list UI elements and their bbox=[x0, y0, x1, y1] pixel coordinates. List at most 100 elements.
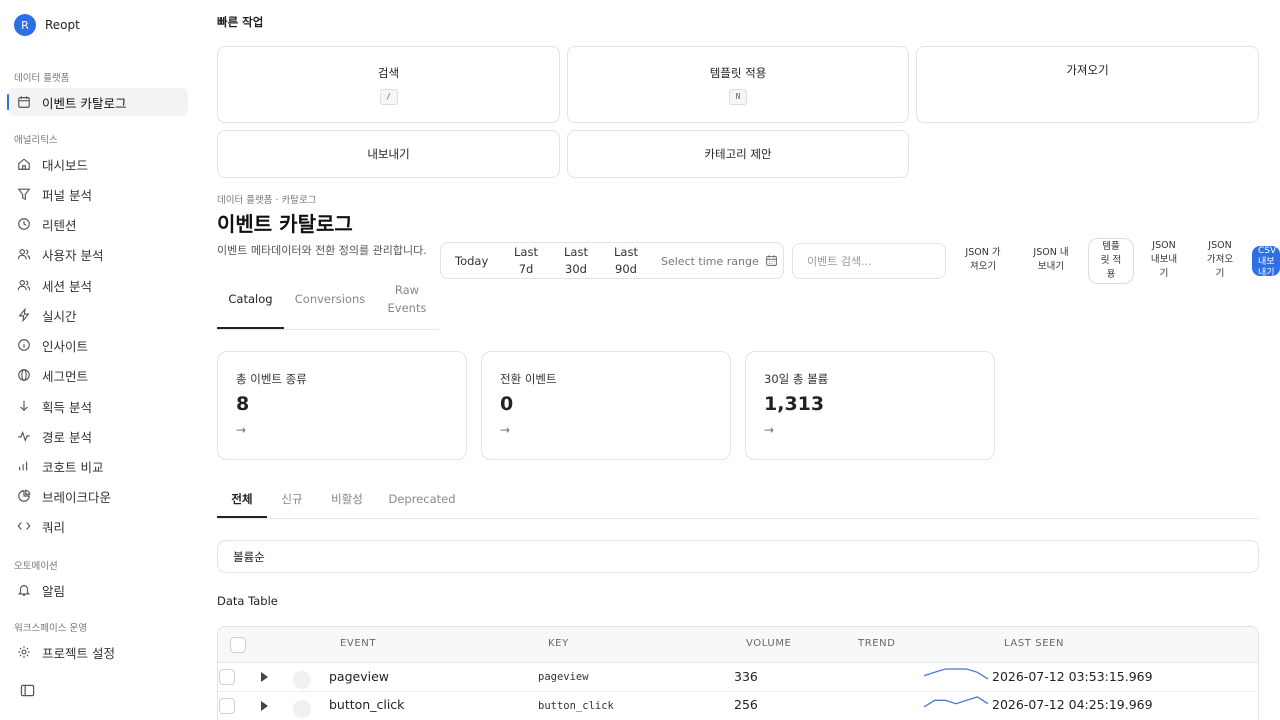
section-label-workspace: 워크스페이스 운영 bbox=[14, 623, 87, 634]
column-header-key[interactable]: KEY bbox=[548, 638, 569, 649]
expand-row-icon[interactable] bbox=[261, 701, 268, 711]
arrow-right-icon: → bbox=[236, 423, 247, 437]
event-volume: 336 bbox=[734, 669, 758, 684]
sidebar-item-user-analysis[interactable]: 사용자 분석 bbox=[8, 240, 188, 268]
column-header-event[interactable]: EVENT bbox=[340, 638, 376, 649]
row-checkbox[interactable] bbox=[219, 698, 235, 714]
event-last-seen: 2026-07-12 03:53:15.969 bbox=[992, 669, 1153, 684]
event-status-dot bbox=[293, 700, 311, 718]
sidebar-item-retention[interactable]: 리텐션 bbox=[8, 210, 188, 238]
home-icon bbox=[16, 156, 32, 172]
page-description: 이벤트 메타데이터와 전환 정의를 관리합니다. bbox=[217, 244, 427, 257]
sidebar-item-insights[interactable]: 인사이트 bbox=[8, 331, 188, 359]
stat-value: 0 bbox=[500, 393, 514, 415]
arrow-down-icon bbox=[16, 398, 32, 414]
export-csv-button[interactable]: CSV 내보 내기 bbox=[1252, 246, 1280, 276]
tab-catalog[interactable]: Catalog bbox=[217, 290, 284, 308]
sidebar-item-alerts[interactable]: 알림 bbox=[8, 576, 188, 604]
tab-deprecated[interactable]: Deprecated bbox=[387, 490, 457, 508]
sidebar-item-realtime[interactable]: 실시간 bbox=[8, 301, 188, 329]
event-key: pageview bbox=[538, 671, 589, 683]
workspace-name: Reopt bbox=[45, 18, 80, 32]
import-json-button-2[interactable]: JSON 가져오 기 bbox=[1200, 239, 1240, 281]
table-row[interactable]: pageview pageview 336 2026-07-12 03:53:1… bbox=[218, 663, 1258, 692]
sidebar-item-label: 대시보드 bbox=[42, 157, 89, 173]
calendar-icon bbox=[765, 254, 778, 270]
sidebar-item-funnel[interactable]: 퍼널 분석 bbox=[8, 180, 188, 208]
sidebar-item-label: 실시간 bbox=[42, 308, 77, 324]
sidebar-item-label: 쿼리 bbox=[42, 519, 66, 535]
time-range-today[interactable]: Today bbox=[455, 253, 488, 270]
sidebar-item-dashboard[interactable]: 대시보드 bbox=[8, 150, 188, 178]
sidebar-item-acquisition[interactable]: 획득 분석 bbox=[8, 392, 188, 420]
stat-label: 총 이벤트 종류 bbox=[236, 372, 307, 386]
brand[interactable]: R Reopt bbox=[14, 14, 80, 36]
row-checkbox[interactable] bbox=[219, 669, 235, 685]
stat-card-total-events[interactable]: 총 이벤트 종류 8 → bbox=[217, 351, 467, 460]
time-range-select[interactable]: Select time range bbox=[661, 243, 778, 280]
time-range-7d[interactable]: Last 7d bbox=[513, 244, 539, 278]
quick-action-apply-template[interactable]: 템플릿 적용 N bbox=[567, 46, 909, 123]
time-range-30d[interactable]: Last 30d bbox=[563, 244, 589, 278]
main-tabs: Catalog Conversions Raw Events bbox=[217, 280, 439, 330]
sidebar-item-label: 브레이크다운 bbox=[42, 489, 112, 505]
apply-template-button[interactable]: 템플 릿 적 용 bbox=[1088, 238, 1134, 284]
sidebar-item-query[interactable]: 쿼리 bbox=[8, 512, 188, 540]
sidebar-item-event-catalog[interactable]: 이벤트 카탈로그 bbox=[7, 88, 188, 116]
sidebar-item-label: 이벤트 카탈로그 bbox=[42, 95, 127, 111]
bell-icon bbox=[16, 582, 32, 598]
expand-row-icon[interactable] bbox=[261, 672, 268, 682]
sidebar-item-session-analysis[interactable]: 세션 분석 bbox=[8, 271, 188, 299]
sidebar-item-label: 획득 분석 bbox=[42, 399, 92, 415]
shortcut-badge: N bbox=[729, 88, 747, 105]
stat-card-30d-volume[interactable]: 30일 총 볼륨 1,313 → bbox=[745, 351, 995, 460]
table-row[interactable]: button_click button_click 256 2026-07-12… bbox=[218, 692, 1258, 720]
tab-new[interactable]: 신규 bbox=[275, 490, 309, 508]
stat-value: 8 bbox=[236, 393, 250, 415]
sidebar-item-path-analysis[interactable]: 경로 분석 bbox=[8, 422, 188, 450]
code-icon bbox=[16, 518, 32, 534]
sidebar-item-project-settings[interactable]: 프로젝트 설정 bbox=[8, 638, 188, 666]
event-search-input[interactable]: 이벤트 검색... bbox=[792, 243, 946, 279]
quick-action-import[interactable]: 가져오기 bbox=[916, 46, 1259, 123]
sidebar-collapse-icon[interactable] bbox=[20, 683, 36, 699]
clock-icon bbox=[16, 216, 32, 232]
sidebar-item-label: 알림 bbox=[42, 583, 66, 599]
sidebar-item-breakdown[interactable]: 브레이크다운 bbox=[8, 482, 188, 510]
quick-action-suggest-category[interactable]: 카테고리 제안 bbox=[567, 130, 909, 178]
select-all-checkbox[interactable] bbox=[230, 637, 246, 653]
time-range-90d[interactable]: Last 90d bbox=[613, 244, 639, 278]
trend-line bbox=[924, 668, 988, 680]
page-title: 이벤트 카탈로그 bbox=[217, 212, 353, 236]
sidebar-item-segments[interactable]: 세그먼트 bbox=[8, 361, 188, 389]
column-header-last-seen[interactable]: LAST SEEN bbox=[1004, 638, 1064, 649]
export-json-button-2[interactable]: JSON 내보내 기 bbox=[1144, 239, 1184, 281]
sidebar-item-label: 퍼널 분석 bbox=[42, 187, 92, 203]
stat-card-conversion-events[interactable]: 전환 이벤트 0 → bbox=[481, 351, 731, 460]
quick-action-label: 가져오기 bbox=[1066, 63, 1109, 77]
tab-raw-events[interactable]: Raw Events bbox=[379, 281, 435, 317]
workspace-avatar: R bbox=[14, 14, 36, 36]
sidebar-item-label: 코호트 비교 bbox=[42, 459, 104, 475]
column-header-volume[interactable]: VOLUME bbox=[746, 638, 791, 649]
quick-action-search[interactable]: 검색 / bbox=[217, 46, 560, 123]
sidebar-item-label: 경로 분석 bbox=[42, 429, 92, 445]
event-volume: 256 bbox=[734, 697, 758, 712]
sort-select[interactable]: 볼륨순 bbox=[217, 540, 1259, 573]
time-range-picker: Today Last 7d Last 30d Last 90d Select t… bbox=[440, 242, 784, 279]
event-name: button_click bbox=[329, 697, 405, 712]
tab-conversions[interactable]: Conversions bbox=[293, 290, 367, 308]
quick-action-export[interactable]: 내보내기 bbox=[217, 130, 560, 178]
sidebar-item-cohort[interactable]: 코호트 비교 bbox=[8, 452, 188, 480]
import-json-button[interactable]: JSON 가 져오기 bbox=[958, 246, 1008, 274]
tab-inactive[interactable]: 비활성 bbox=[325, 490, 369, 508]
quick-action-label: 카테고리 제안 bbox=[704, 147, 772, 161]
column-header-trend: TREND bbox=[858, 638, 896, 649]
tab-all[interactable]: 전체 bbox=[217, 490, 267, 508]
filter-tabs: 전체 신규 비활성 Deprecated bbox=[217, 484, 1259, 519]
export-json-button[interactable]: JSON 내 보내기 bbox=[1026, 246, 1076, 274]
quick-action-label: 템플릿 적용 bbox=[709, 65, 767, 80]
sidebar: R Reopt 데이터 플랫폼 이벤트 카탈로그 애널리틱스 대시보드 퍼널 분… bbox=[0, 0, 200, 720]
users-icon bbox=[16, 246, 32, 262]
gear-icon bbox=[16, 644, 32, 660]
